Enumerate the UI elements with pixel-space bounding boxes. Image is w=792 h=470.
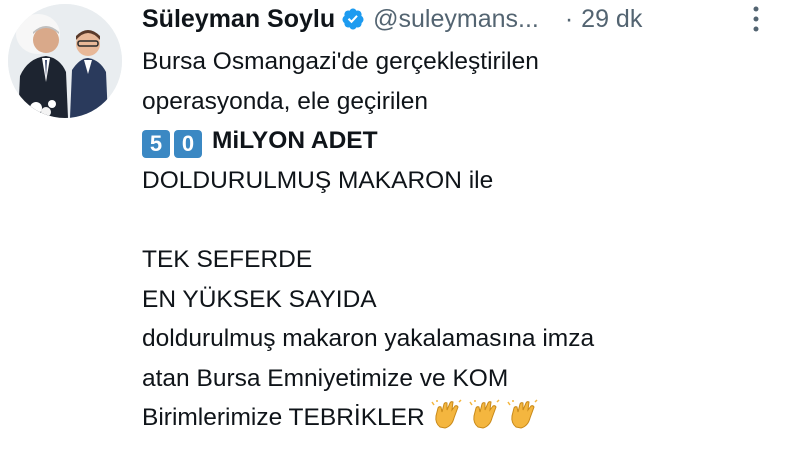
- tweet[interactable]: Süleyman Soylu @suleymans... · 29 dk Bur…: [0, 0, 792, 470]
- clapping-hands-icon: [507, 399, 539, 431]
- tweet-line-text: Birimlerimize TEBRİKLER: [142, 404, 425, 432]
- tweet-line-count: 5 0 MiLYON ADET: [142, 121, 782, 161]
- tweet-line: atan Bursa Emniyetimize ve KOM: [142, 364, 509, 392]
- clapping-hands-icon: [431, 399, 463, 431]
- profile-photo-icon: [8, 4, 122, 118]
- avatar[interactable]: [8, 4, 122, 118]
- author-handle[interactable]: @suleymans...: [373, 5, 539, 34]
- author-name[interactable]: Süleyman Soylu: [142, 5, 335, 34]
- keycap-number: 50: [142, 127, 206, 159]
- tweet-line: TEK SEFERDE: [142, 245, 313, 273]
- tweet-header: Süleyman Soylu @suleymans... · 29 dk: [142, 2, 782, 36]
- verified-badge-icon: [341, 7, 365, 31]
- timestamp[interactable]: 29 dk: [581, 5, 642, 34]
- tweet-line-text: MiLYON ADET: [212, 127, 378, 155]
- tweet-line: Bursa Osmangazi'de gerçekleştirilen: [142, 48, 539, 75]
- keycap-digit-icon: 0: [174, 130, 202, 159]
- tweet-line: operasyonda, ele geçirilen: [142, 87, 429, 115]
- keycap-digit-icon: 5: [142, 130, 170, 159]
- more-vertical-icon[interactable]: [746, 4, 766, 34]
- clapping-hands-icon: [469, 399, 501, 431]
- tweet-line: doldurulmuş makaron yakalamasına imza: [142, 325, 595, 353]
- tweet-line: EN YÜKSEK SAYIDA: [142, 285, 377, 313]
- tweet-line-last: Birimlerimize TEBRİKLER: [142, 398, 782, 438]
- tweet-text: Bursa Osmangazi'de gerçekleştirilen oper…: [142, 42, 782, 438]
- tweet-line: DOLDURULMUŞ MAKARON ile: [142, 166, 494, 194]
- separator: ·: [564, 4, 574, 33]
